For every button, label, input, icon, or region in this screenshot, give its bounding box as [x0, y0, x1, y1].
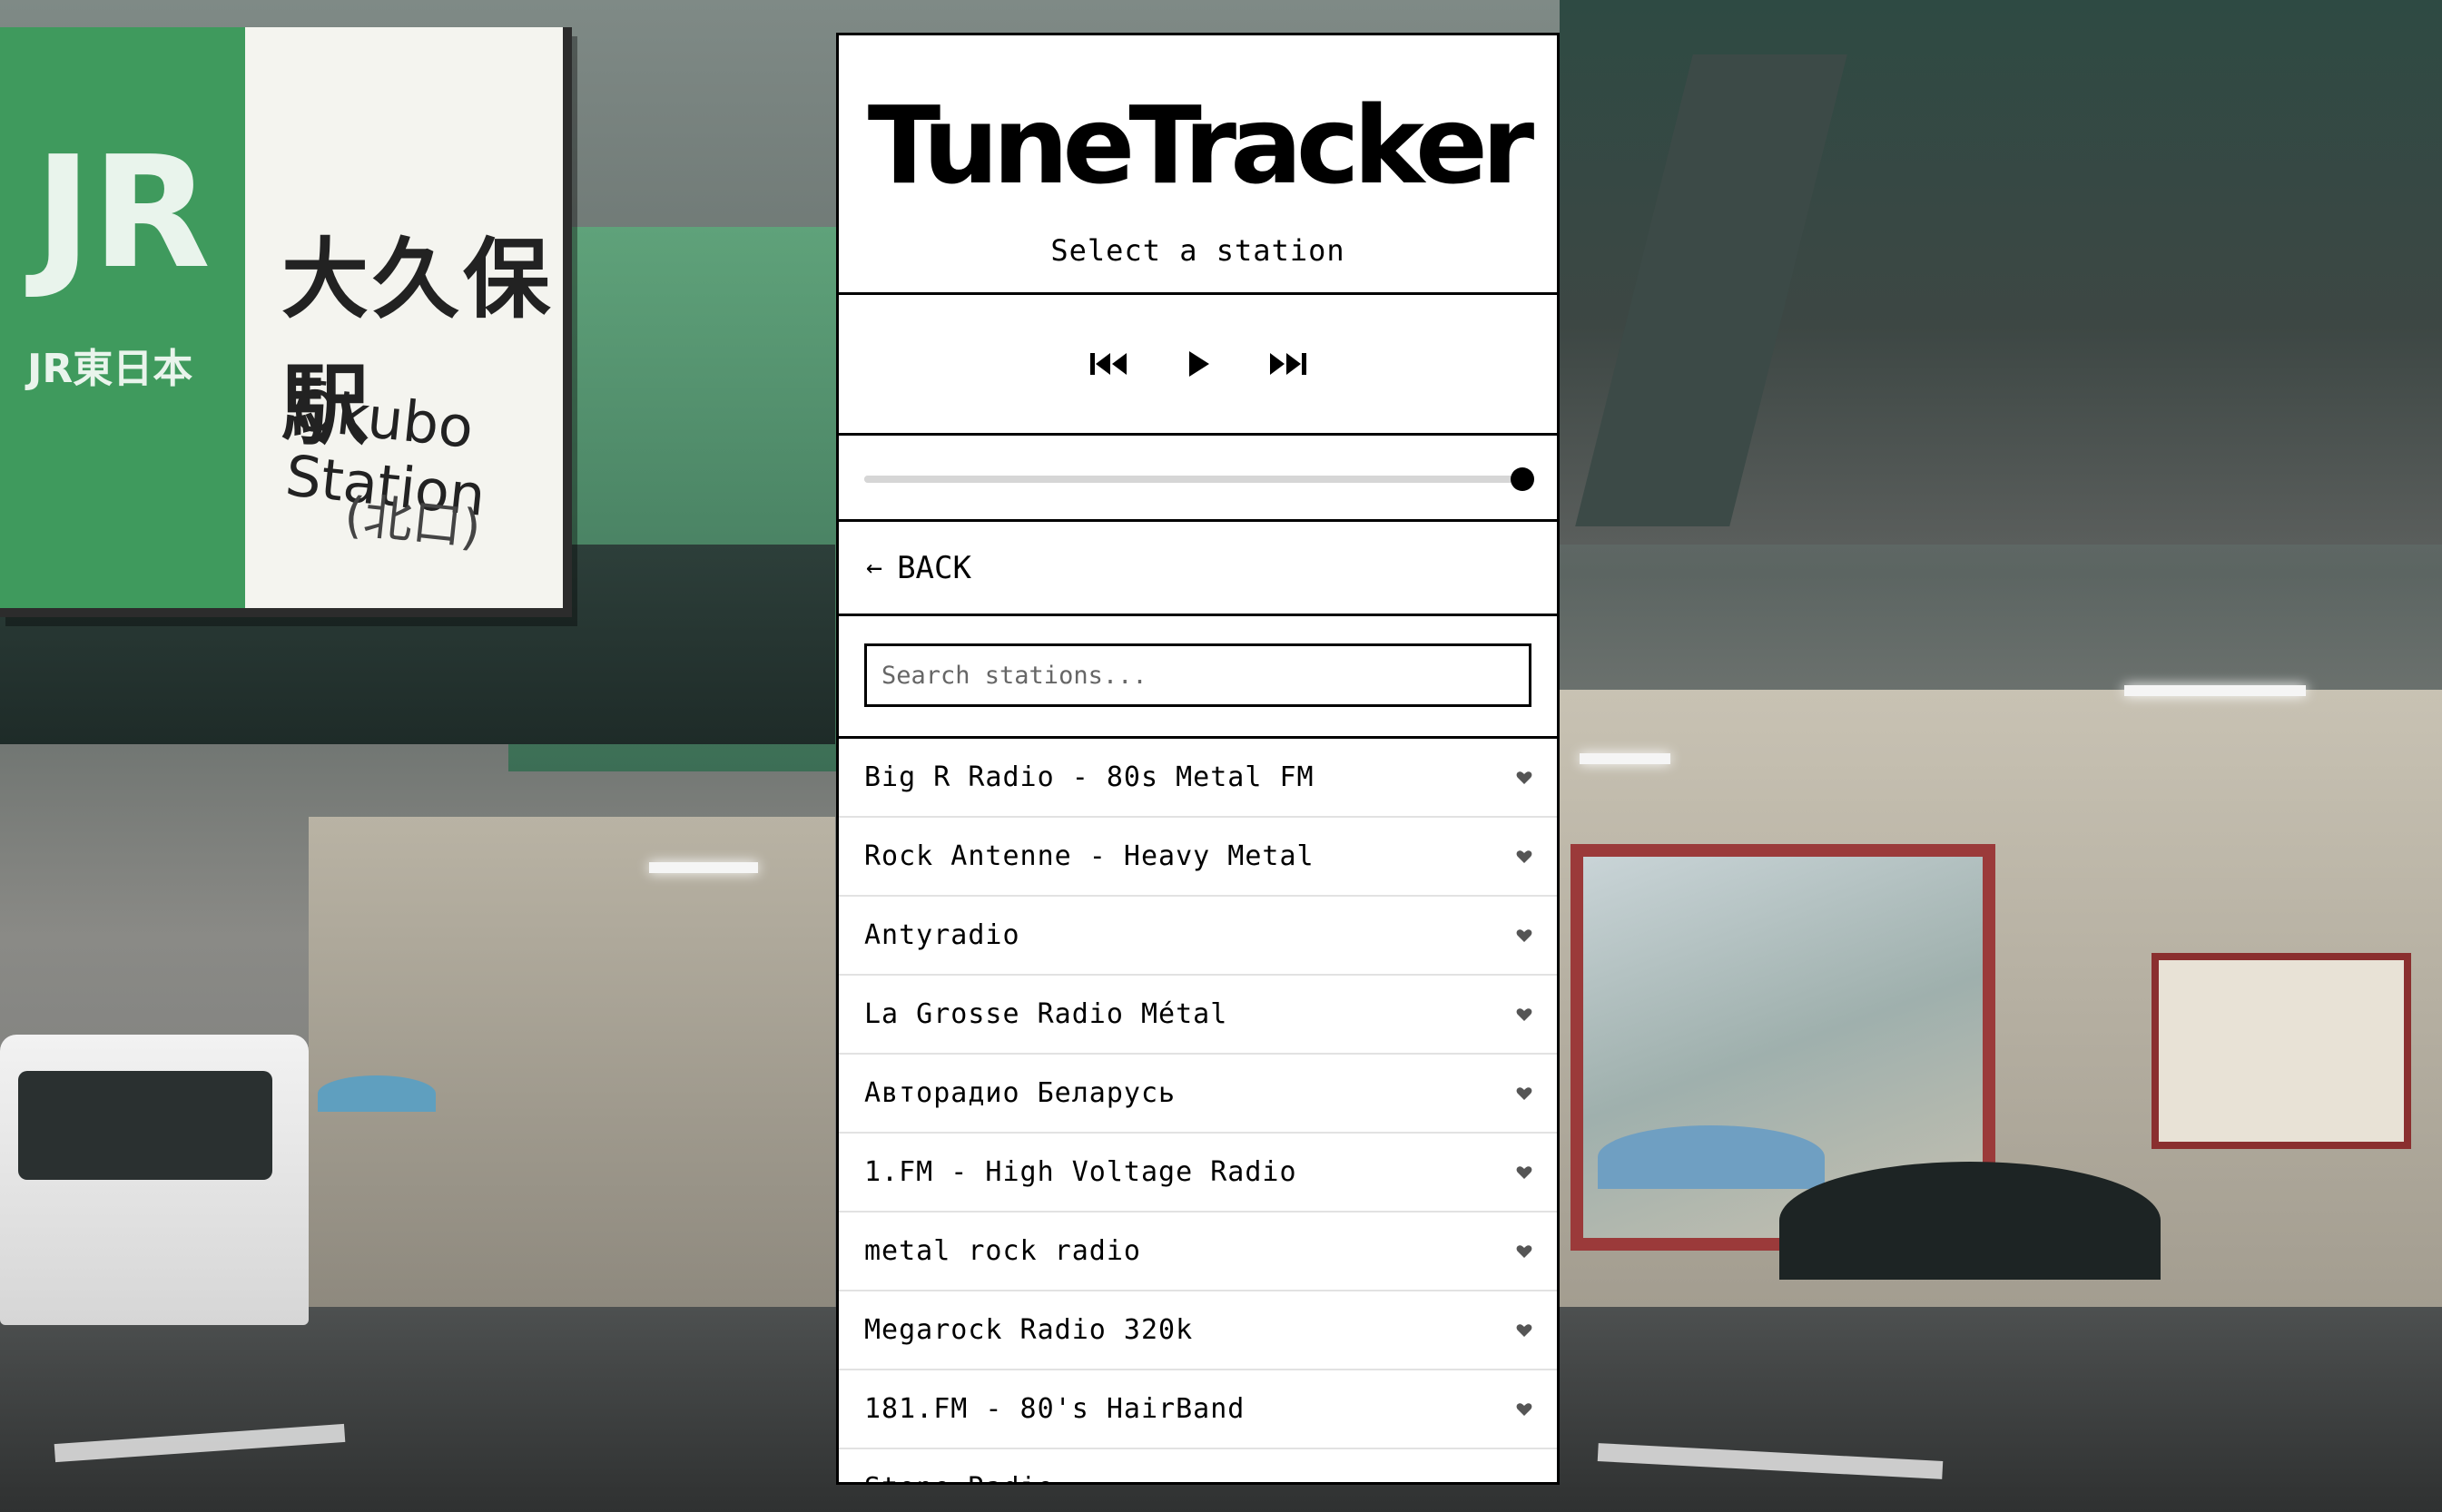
bg-light-3: [1580, 753, 1670, 764]
progress-knob[interactable]: [1511, 467, 1534, 491]
back-button[interactable]: ← BACK: [839, 522, 1557, 616]
heart-icon[interactable]: [1515, 1480, 1533, 1482]
heart-icon[interactable]: [1515, 1164, 1533, 1181]
playback-controls: [839, 295, 1557, 436]
previous-button[interactable]: [1088, 342, 1131, 386]
bg-sign-jr-logo: JR: [34, 123, 212, 303]
play-button[interactable]: [1177, 342, 1220, 386]
bg-umbrella-3: [318, 1075, 436, 1112]
heart-icon[interactable]: [1515, 1243, 1533, 1260]
heart-icon[interactable]: [1515, 849, 1533, 865]
station-item[interactable]: 1.FM - High Voltage Radio: [839, 1134, 1557, 1213]
station-name: 181.FM - 80's HairBand: [864, 1393, 1246, 1425]
bg-truck: [0, 1035, 309, 1325]
heart-icon[interactable]: [1515, 770, 1533, 786]
station-item[interactable]: 181.FM - 80's HairBand: [839, 1370, 1557, 1449]
bg-umbrella-2: [1779, 1162, 2161, 1280]
play-icon: [1188, 351, 1209, 377]
bg-umbrella-1: [1598, 1125, 1825, 1189]
progress-fill: [864, 476, 1522, 483]
station-name: Antyradio: [864, 919, 1020, 951]
bg-light-1: [649, 862, 758, 873]
station-item[interactable]: Antyradio: [839, 897, 1557, 976]
header: TuneTracker Select a station: [839, 35, 1557, 295]
station-name: Megarock Radio 320k: [864, 1314, 1194, 1346]
bg-sign-jr-sub: JR東日本: [27, 346, 193, 392]
progress-bar[interactable]: [839, 436, 1557, 522]
skip-previous-icon: [1089, 353, 1127, 375]
bg-station-sign: JR JR東日本 大久保駅 Ōkubo Station (北口): [0, 27, 572, 617]
search-section: [839, 616, 1557, 739]
bg-sign-exit: (北口): [341, 486, 484, 557]
heart-icon[interactable]: [1515, 1085, 1533, 1102]
app-logo: TuneTracker: [867, 83, 1534, 208]
back-label: BACK: [897, 549, 971, 586]
station-item[interactable]: metal rock radio: [839, 1213, 1557, 1291]
heart-icon[interactable]: [1515, 928, 1533, 944]
back-arrow-icon: ←: [866, 552, 883, 584]
station-item[interactable]: Stone Radio: [839, 1449, 1557, 1482]
station-name: Big R Radio - 80s Metal FM: [864, 761, 1315, 793]
station-item[interactable]: Авторадио Беларусь: [839, 1055, 1557, 1134]
progress-track[interactable]: [864, 467, 1534, 491]
station-item[interactable]: Rock Antenne - Heavy Metal: [839, 818, 1557, 897]
heart-icon[interactable]: [1515, 1006, 1533, 1023]
page-subtitle: Select a station: [1050, 233, 1345, 268]
bg-wall-left: [309, 817, 835, 1307]
bg-sign-green-panel: [0, 27, 245, 608]
bg-notice-board: [2152, 953, 2411, 1149]
station-item[interactable]: Big R Radio - 80s Metal FM: [839, 739, 1557, 818]
search-input[interactable]: [864, 643, 1531, 707]
bg-truck-window: [18, 1071, 272, 1180]
bg-light-2: [2124, 685, 2306, 696]
station-name: 1.FM - High Voltage Radio: [864, 1156, 1297, 1188]
station-name: La Grosse Radio Métal: [864, 998, 1228, 1030]
next-button[interactable]: [1265, 342, 1309, 386]
station-name: Stone Radio: [864, 1472, 1055, 1482]
station-list: Big R Radio - 80s Metal FM Rock Antenne -…: [839, 739, 1557, 1482]
station-name: metal rock radio: [864, 1235, 1141, 1267]
skip-next-icon: [1269, 353, 1306, 375]
heart-icon[interactable]: [1515, 1401, 1533, 1418]
station-name: Авторадио Беларусь: [864, 1077, 1177, 1109]
station-name: Rock Antenne - Heavy Metal: [864, 840, 1315, 872]
station-item[interactable]: Megarock Radio 320k: [839, 1291, 1557, 1370]
player-panel: TuneTracker Select a station ← BACK Sear…: [836, 33, 1560, 1485]
heart-icon[interactable]: [1515, 1322, 1533, 1339]
station-item[interactable]: La Grosse Radio Métal: [839, 976, 1557, 1055]
